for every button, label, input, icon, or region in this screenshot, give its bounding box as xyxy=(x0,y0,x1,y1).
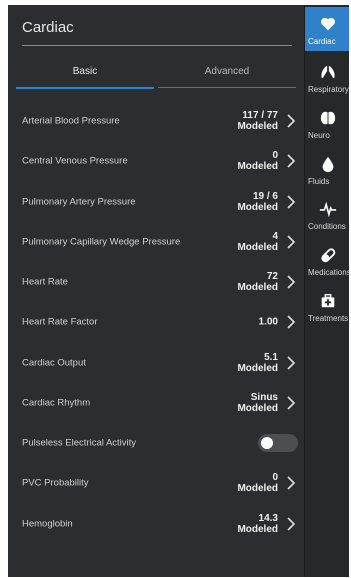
tab-basic[interactable]: Basic xyxy=(16,63,154,89)
chevron-right-icon xyxy=(287,275,296,289)
chevron-right-icon xyxy=(287,114,296,128)
chevron-right-icon xyxy=(287,235,296,249)
row-value: 5.1 Modeled xyxy=(237,352,278,374)
row-label: Arterial Blood Pressure xyxy=(22,115,120,127)
chevron-right-icon xyxy=(287,356,296,370)
sidebar-item-cardiac[interactable]: Cardiac xyxy=(305,7,349,51)
tab-bar: Basic Advanced xyxy=(16,63,296,89)
chevron-right-icon xyxy=(287,396,296,410)
row-label: Pulmonary Capillary Wedge Pressure xyxy=(22,236,181,248)
row-pulmonary-artery-pressure[interactable]: Pulmonary Artery Pressure 19 / 6 Modeled xyxy=(22,182,298,222)
row-pvc-probability[interactable]: PVC Probability 0 Modeled xyxy=(22,463,298,503)
row-label: Heart Rate Factor xyxy=(22,316,98,328)
toggle-knob xyxy=(261,437,273,449)
sidebar-item-label: Respiratory xyxy=(308,85,349,94)
sidebar-item-medications[interactable]: Medications xyxy=(305,238,349,282)
row-value: Sinus Modeled xyxy=(237,392,278,414)
tab-advanced[interactable]: Advanced xyxy=(158,63,296,88)
row-label: Pulseless Electrical Activity xyxy=(22,437,137,449)
sidebar-item-label: Conditions xyxy=(308,222,346,231)
sidebar-item-label: Treatments xyxy=(308,314,349,323)
pill-icon xyxy=(321,248,336,263)
row-cardiac-output[interactable]: Cardiac Output 5.1 Modeled xyxy=(22,343,298,383)
chevron-right-icon xyxy=(287,517,296,531)
sidebar-item-respiratory[interactable]: Respiratory xyxy=(305,55,349,99)
row-hemoglobin[interactable]: Hemoglobin 14.3 Modeled xyxy=(22,504,298,544)
sidebar-item-label: Cardiac xyxy=(308,37,336,46)
row-value: 4 Modeled xyxy=(237,231,278,253)
brain-icon xyxy=(320,111,336,125)
chevron-right-icon xyxy=(287,315,296,329)
sidebar-item-label: Fluids xyxy=(308,177,330,186)
row-pulmonary-capillary-wedge-pressure[interactable]: Pulmonary Capillary Wedge Pressure 4 Mode… xyxy=(22,222,298,262)
page-title: Cardiac xyxy=(22,19,74,36)
row-value: 0 Modeled xyxy=(237,472,278,494)
sidebar-item-fluids[interactable]: Fluids xyxy=(305,147,349,191)
drop-icon xyxy=(322,156,334,173)
row-value: 72 Modeled xyxy=(237,271,278,293)
row-value: 0 Modeled xyxy=(237,150,278,172)
row-label: Hemoglobin xyxy=(22,518,73,530)
row-label: PVC Probability xyxy=(22,477,89,489)
row-value: 19 / 6 Modeled xyxy=(237,191,278,213)
row-central-venous-pressure[interactable]: Central Venous Pressure 0 Modeled xyxy=(22,141,298,181)
row-value: 117 / 77 Modeled xyxy=(237,110,278,132)
row-heart-rate[interactable]: Heart Rate 72 Modeled xyxy=(22,262,298,302)
page-header: Cardiac xyxy=(22,19,292,46)
sidebar-item-treatments[interactable]: Treatments xyxy=(305,284,349,328)
pulse-icon xyxy=(319,201,337,218)
row-label: Cardiac Output xyxy=(22,357,86,369)
pea-toggle[interactable] xyxy=(258,434,298,452)
sidebar-item-label: Neuro xyxy=(308,131,330,140)
row-heart-rate-factor[interactable]: Heart Rate Factor 1.00 xyxy=(22,302,298,342)
sidebar-item-neuro[interactable]: Neuro xyxy=(305,101,349,145)
row-label: Heart Rate xyxy=(22,276,68,288)
chevron-right-icon xyxy=(287,195,296,209)
row-arterial-blood-pressure[interactable]: Arterial Blood Pressure 117 / 77 Modeled xyxy=(22,101,298,141)
row-value: 14.3 Modeled xyxy=(237,513,278,535)
row-label: Central Venous Pressure xyxy=(22,155,128,167)
heart-icon xyxy=(320,17,336,31)
chevron-right-icon xyxy=(287,476,296,490)
row-label: Cardiac Rhythm xyxy=(22,397,91,409)
row-pulseless-electrical-activity: Pulseless Electrical Activity xyxy=(22,423,298,463)
medkit-icon xyxy=(321,294,335,308)
chevron-right-icon xyxy=(287,154,296,168)
sidebar-item-conditions[interactable]: Conditions xyxy=(305,192,349,236)
main-panel: Cardiac Basic Advanced Arterial Blood Pr… xyxy=(8,5,304,577)
app-frame: Cardiac Basic Advanced Arterial Blood Pr… xyxy=(8,5,349,577)
row-value: 1.00 xyxy=(258,316,278,328)
lungs-icon xyxy=(321,65,335,79)
sidebar: Cardiac Respiratory Neuro Fluids Conditi… xyxy=(304,5,349,577)
sidebar-item-label: Medications xyxy=(308,268,349,277)
row-label: Pulmonary Artery Pressure xyxy=(22,196,136,208)
row-cardiac-rhythm[interactable]: Cardiac Rhythm Sinus Modeled xyxy=(22,383,298,423)
